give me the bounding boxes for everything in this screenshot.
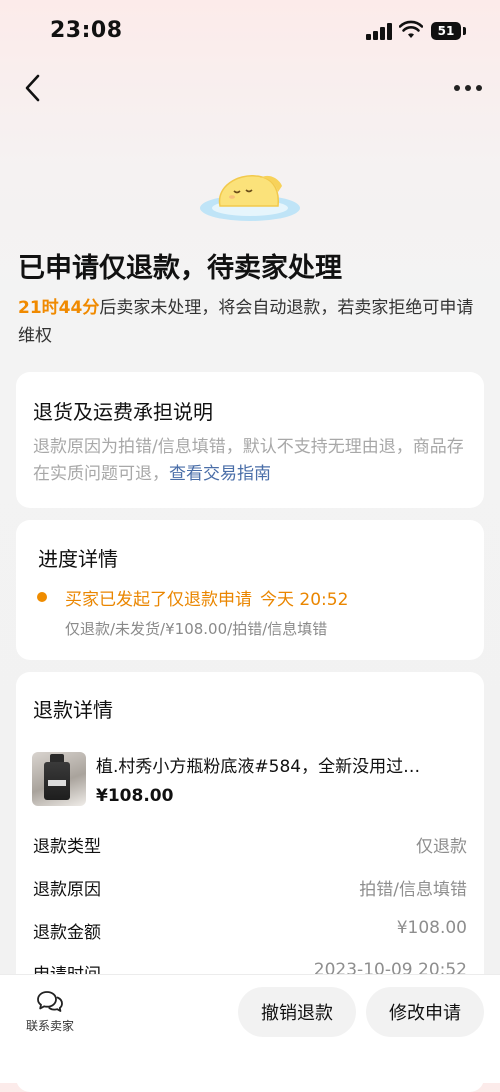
return-policy-title: 退货及运费承担说明 xyxy=(33,400,213,424)
progress-dot xyxy=(37,592,47,602)
refund-type-value: 仅退款 xyxy=(416,837,467,857)
refund-reason-label: 退款原因 xyxy=(33,880,101,900)
battery-icon: 51 xyxy=(431,22,461,40)
refund-amount-label: 退款金额 xyxy=(33,923,101,943)
refund-reason-value: 拍错/信息填错 xyxy=(359,880,467,900)
product-thumbnail[interactable] xyxy=(32,752,86,806)
return-policy-desc: 退款原因为拍错/信息填错，默认不支持无理由退，商品存在实质问题可退，查看交易指南 xyxy=(33,434,473,488)
wifi-icon xyxy=(399,20,423,38)
trade-guide-link[interactable]: 查看交易指南 xyxy=(169,464,271,484)
cancel-refund-button[interactable]: 撤销退款 xyxy=(238,987,356,1037)
progress-title: 进度详情 xyxy=(38,547,118,571)
signal-icon xyxy=(366,22,392,40)
refund-amount-value: ¥108.00 xyxy=(396,918,467,938)
product-price: ¥108.00 xyxy=(96,786,174,806)
progress-event-time: 今天 20:52 xyxy=(260,590,349,610)
return-policy-card: 退货及运费承担说明 退款原因为拍错/信息填错，默认不支持无理由退，商品存在实质问… xyxy=(16,372,484,508)
status-time: 23:08 xyxy=(50,18,123,43)
battery-tip xyxy=(463,27,466,35)
progress-detail: 仅退款/未发货/¥108.00/拍错/信息填错 xyxy=(65,620,328,638)
chat-icon xyxy=(37,991,63,1012)
more-icon[interactable] xyxy=(452,78,484,98)
progress-card[interactable]: 进度详情 买家已发起了仅退款申请 今天 20:52 仅退款/未发货/¥108.00… xyxy=(16,520,484,660)
progress-event-text: 买家已发起了仅退款申请 xyxy=(65,590,252,610)
status-bar: 23:08 51 xyxy=(0,0,500,64)
back-arrow-icon[interactable] xyxy=(20,72,50,104)
deadline-countdown: 21时44分 xyxy=(18,298,100,318)
contact-seller-button[interactable]: 联系卖家 xyxy=(18,989,82,1034)
contact-seller-label: 联系卖家 xyxy=(25,1019,74,1033)
page-title: 已申请仅退款，待卖家处理 xyxy=(18,253,342,284)
refund-type-label: 退款类型 xyxy=(33,837,101,857)
refund-details-title: 退款详情 xyxy=(33,698,113,722)
mascot-illustration xyxy=(200,175,300,221)
modify-request-button[interactable]: 修改申请 xyxy=(366,987,484,1037)
product-name[interactable]: 植.村秀小方瓶粉底液#584，全新没用过… xyxy=(96,752,474,777)
progress-event: 买家已发起了仅退款申请 今天 20:52 xyxy=(65,585,348,610)
auto-refund-notice: 21时44分后卖家未处理，将会自动退款，若卖家拒绝可申请维权 xyxy=(18,294,488,350)
bottom-action-bar: 联系卖家 撤销退款 修改申请 xyxy=(0,974,500,1083)
